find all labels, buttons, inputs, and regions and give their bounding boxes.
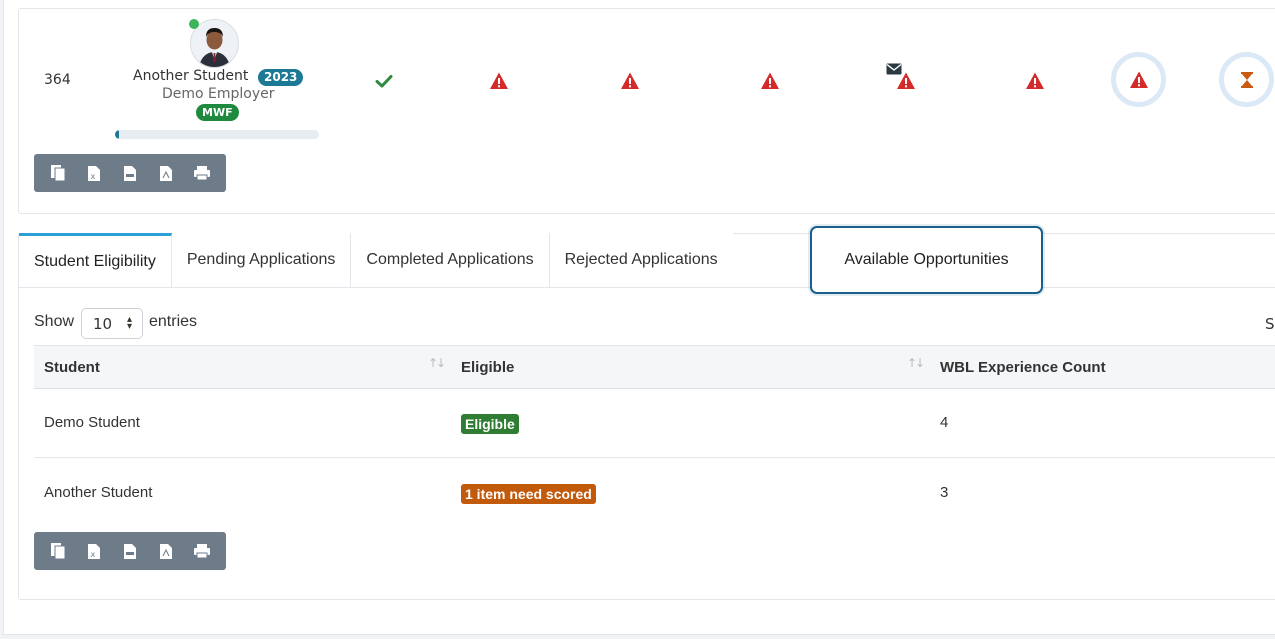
status-cell-6[interactable] xyxy=(1025,71,1045,95)
header-eligible[interactable]: Eligible xyxy=(461,359,514,376)
excel-button[interactable]: x xyxy=(79,158,109,188)
show-label: Show xyxy=(34,313,75,330)
table-row: Another Student 1 item need scored 3 xyxy=(34,458,1275,527)
pdf-icon xyxy=(160,165,172,181)
svg-text:x: x xyxy=(91,550,96,559)
status-cell-3[interactable] xyxy=(620,71,640,95)
student-name[interactable]: Another Student xyxy=(133,68,248,84)
tab-divider xyxy=(19,287,1275,288)
row-id: 364 xyxy=(44,72,71,88)
entries-label: entries xyxy=(149,313,198,330)
table-row: Demo Student Eligible 4 xyxy=(34,388,1275,458)
tab-bar: Student Eligibility Pending Applications… xyxy=(19,233,733,287)
tab-pending-applications[interactable]: Pending Applications xyxy=(171,233,352,287)
copy-icon xyxy=(51,543,66,560)
status-cell-8[interactable] xyxy=(1219,52,1274,107)
print-button[interactable] xyxy=(187,158,217,188)
cell-count: 3 xyxy=(940,484,949,501)
search-label: S xyxy=(1265,315,1275,333)
export-toolbar: x xyxy=(34,154,226,192)
excel-icon: x xyxy=(88,543,100,559)
entries-value: 10 xyxy=(93,314,113,333)
table-header: Student ↑↓ Eligible ↑↓ WBL Experience Co… xyxy=(34,345,1275,389)
tab-completed-applications[interactable]: Completed Applications xyxy=(351,233,550,287)
print-icon xyxy=(194,544,210,559)
select-arrows-icon: ▴ ▾ xyxy=(126,314,132,332)
warning-icon xyxy=(897,72,915,89)
tab-available-opportunities[interactable]: Available Opportunities xyxy=(810,226,1043,294)
needs-score-badge: 1 item need scored xyxy=(461,484,596,504)
warning-icon xyxy=(621,72,639,89)
year-badge: 2023 xyxy=(258,69,304,86)
pdf-button[interactable] xyxy=(151,536,181,566)
status-cell-5[interactable] xyxy=(886,63,918,91)
progress-bar xyxy=(115,130,319,139)
csv-button[interactable] xyxy=(115,536,145,566)
csv-icon xyxy=(124,165,136,181)
online-status-icon xyxy=(189,19,199,29)
excel-icon: x xyxy=(88,165,100,181)
warning-icon xyxy=(490,72,508,89)
status-cell-4[interactable] xyxy=(760,71,780,95)
print-button[interactable] xyxy=(187,536,217,566)
status-cell-7[interactable] xyxy=(1111,52,1166,107)
cell-student: Demo Student xyxy=(44,414,140,431)
export-toolbar: x xyxy=(34,532,226,570)
header-wbl-count[interactable]: WBL Experience Count xyxy=(940,359,1106,376)
cell-count: 4 xyxy=(940,414,949,431)
entries-select[interactable]: 10 ▴ ▾ xyxy=(81,308,143,339)
warning-icon xyxy=(1026,72,1044,89)
sort-icon[interactable]: ↑↓ xyxy=(907,356,925,370)
excel-button[interactable]: x xyxy=(79,536,109,566)
header-student[interactable]: Student xyxy=(44,359,100,376)
tab-student-eligibility[interactable]: Student Eligibility xyxy=(19,233,172,287)
schedule-badge: MWF xyxy=(196,104,239,121)
warning-icon xyxy=(761,72,779,89)
csv-icon xyxy=(124,543,136,559)
cell-student: Another Student xyxy=(44,484,153,501)
progress-fill xyxy=(115,130,120,139)
hourglass-icon xyxy=(1240,71,1253,88)
status-cell-1 xyxy=(374,71,394,95)
eligible-badge: Eligible xyxy=(461,414,519,434)
csv-button[interactable] xyxy=(115,158,145,188)
copy-button[interactable] xyxy=(43,158,73,188)
employer-name: Demo Employer xyxy=(162,86,275,102)
check-icon xyxy=(375,75,393,88)
pdf-icon xyxy=(160,543,172,559)
print-icon xyxy=(194,166,210,181)
copy-button[interactable] xyxy=(43,536,73,566)
status-cell-2[interactable] xyxy=(489,71,509,95)
copy-icon xyxy=(51,165,66,182)
tab-rejected-applications[interactable]: Rejected Applications xyxy=(549,233,733,287)
warning-icon xyxy=(1129,71,1148,88)
svg-text:x: x xyxy=(91,172,96,181)
sort-icon[interactable]: ↑↓ xyxy=(428,356,446,370)
pdf-button[interactable] xyxy=(151,158,181,188)
